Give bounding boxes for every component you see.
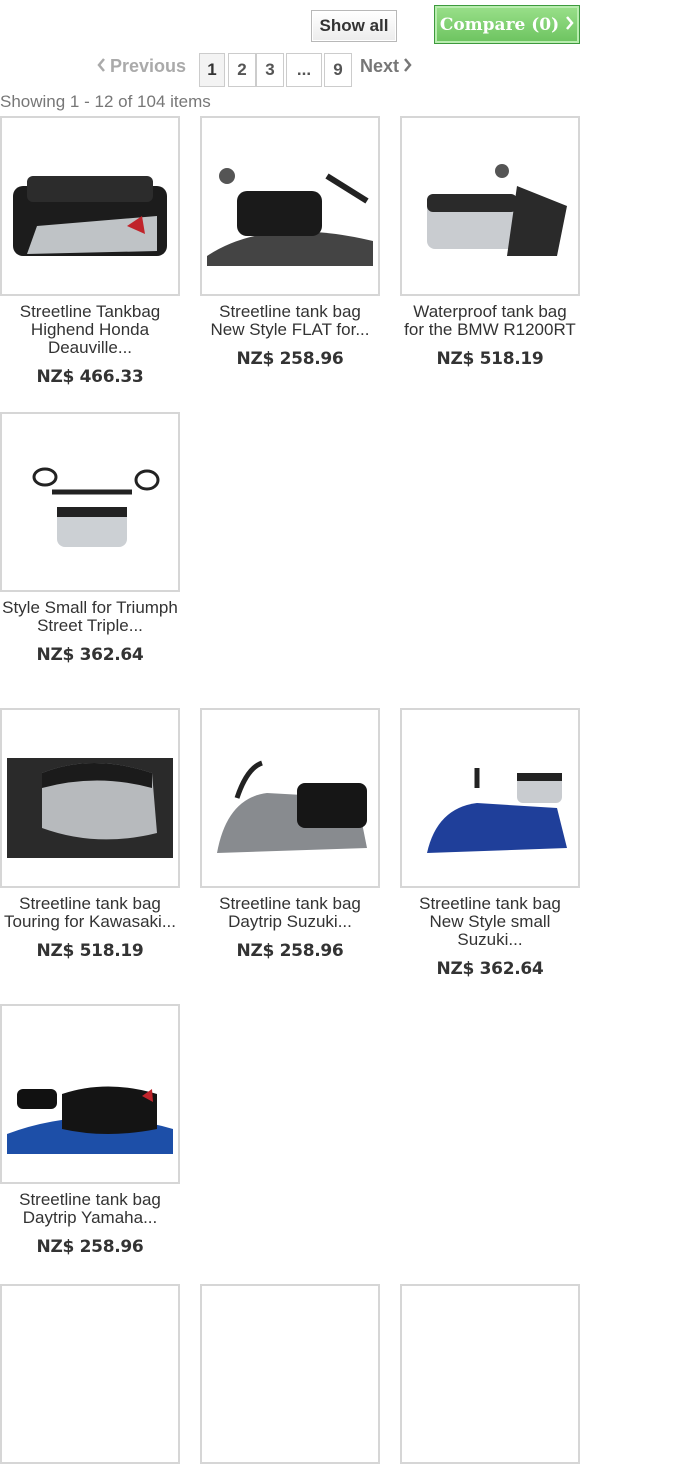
- product-name[interactable]: Style Small for Triumph Street Triple...: [0, 599, 180, 635]
- product-card[interactable]: Streetline tank bag New Style small Suzu…: [400, 708, 580, 979]
- product-price: NZ$ 258.96: [36, 1237, 144, 1257]
- product-card[interactable]: [0, 1284, 180, 1464]
- compare-button[interactable]: Compare (0): [434, 5, 580, 44]
- product-image[interactable]: [400, 116, 580, 296]
- product-image[interactable]: [0, 1284, 180, 1464]
- pagination: Previous 1 2 3 ... 9 Next: [0, 52, 674, 88]
- product-card[interactable]: Streetline tank bag Daytrip Yamaha... NZ…: [0, 1004, 180, 1257]
- product-image[interactable]: [200, 708, 380, 888]
- product-card[interactable]: Style Small for Triumph Street Triple...…: [0, 412, 180, 665]
- product-image[interactable]: [0, 412, 180, 592]
- page-3-link[interactable]: 3: [256, 53, 284, 87]
- chevron-right-icon: [565, 15, 574, 35]
- product-card[interactable]: [200, 1284, 380, 1464]
- product-card[interactable]: Streetline tank bag Daytrip Suzuki... NZ…: [200, 708, 380, 961]
- page-9-link[interactable]: 9: [324, 53, 352, 87]
- page-1-link[interactable]: 1: [199, 53, 225, 87]
- chevron-right-icon: [403, 56, 412, 77]
- product-price: NZ$ 466.33: [36, 367, 144, 387]
- next-page-link[interactable]: Next: [360, 56, 412, 77]
- product-image[interactable]: [0, 116, 180, 296]
- product-name[interactable]: Streetline tank bag Daytrip Suzuki...: [200, 895, 380, 931]
- items-count-text: Showing 1 - 12 of 104 items: [0, 92, 211, 111]
- product-name[interactable]: Streetline tank bag New Style small Suzu…: [400, 895, 580, 949]
- page-2-link[interactable]: 2: [228, 53, 256, 87]
- product-name[interactable]: Waterproof tank bag for the BMW R1200RT: [400, 303, 580, 339]
- previous-label: Previous: [110, 56, 187, 76]
- next-label: Next: [360, 56, 400, 76]
- page-ellipsis: ...: [286, 53, 322, 87]
- product-card[interactable]: Streetline tank bag Touring for Kawasaki…: [0, 708, 180, 961]
- product-image[interactable]: [200, 1284, 380, 1464]
- product-price: NZ$ 362.64: [436, 959, 544, 979]
- product-name[interactable]: Streetline tank bag New Style FLAT for..…: [200, 303, 380, 339]
- product-name[interactable]: Streetline tank bag Daytrip Yamaha...: [0, 1191, 180, 1227]
- product-name[interactable]: Streetline tank bag Touring for Kawasaki…: [0, 895, 180, 931]
- product-image[interactable]: [0, 708, 180, 888]
- product-card[interactable]: Waterproof tank bag for the BMW R1200RT …: [400, 116, 580, 369]
- product-image[interactable]: [0, 1004, 180, 1184]
- product-price: NZ$ 258.96: [236, 349, 344, 369]
- product-image[interactable]: [200, 116, 380, 296]
- product-price: NZ$ 362.64: [36, 645, 144, 665]
- previous-page-link[interactable]: Previous: [97, 56, 186, 77]
- compare-label: Compare (0): [439, 14, 560, 35]
- product-price: NZ$ 258.96: [236, 941, 344, 961]
- product-name[interactable]: Streetline Tankbag Highend Honda Deauvil…: [0, 303, 180, 357]
- product-card[interactable]: Streetline tank bag New Style FLAT for..…: [200, 116, 380, 369]
- product-price: NZ$ 518.19: [36, 941, 144, 961]
- show-all-button[interactable]: Show all: [311, 10, 397, 42]
- product-image[interactable]: [400, 1284, 580, 1464]
- chevron-left-icon: [97, 56, 106, 77]
- product-price: NZ$ 518.19: [436, 349, 544, 369]
- product-card[interactable]: Streetline Tankbag Highend Honda Deauvil…: [0, 116, 180, 387]
- product-card[interactable]: [400, 1284, 580, 1464]
- product-image[interactable]: [400, 708, 580, 888]
